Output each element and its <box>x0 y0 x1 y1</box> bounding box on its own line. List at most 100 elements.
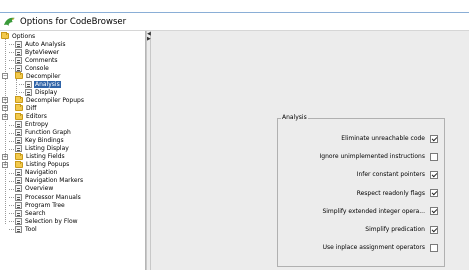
option-row-infer-constant-pointers: Infer constant pointers <box>357 170 438 179</box>
expand-toggle-icon[interactable]: + <box>2 161 8 168</box>
tree-item-listing-fields[interactable]: Listing Fields <box>15 152 66 161</box>
option-checkbox[interactable] <box>430 152 438 161</box>
options-page-icon <box>15 48 22 56</box>
folder-icon <box>15 112 23 120</box>
tree-item-label: Listing Display <box>25 145 69 153</box>
tree-connector-line <box>9 68 14 70</box>
dialog-title: Options for CodeBrowser <box>20 16 127 27</box>
tree-item-listing-popups[interactable]: Listing Popups <box>15 160 70 169</box>
tree-item-label: Overview <box>25 185 54 193</box>
tree-item-tool[interactable]: Tool <box>15 225 38 233</box>
tree-item-console[interactable]: Console <box>15 64 50 72</box>
expand-toggle-icon[interactable]: + <box>2 113 8 120</box>
tree-connector-line <box>9 52 14 54</box>
tree-item-byteviewer[interactable]: ByteViewer <box>15 48 60 56</box>
folder-icon <box>15 72 23 80</box>
tree-item-label: Navigation Markers <box>25 177 84 185</box>
option-checkbox[interactable] <box>430 207 438 216</box>
tree-item-label: Selection by Flow <box>25 217 78 225</box>
options-page-icon <box>15 177 22 185</box>
option-checkbox[interactable] <box>430 189 438 198</box>
option-checkbox[interactable] <box>430 225 438 234</box>
option-label: Use inplace assignment operators <box>322 244 425 252</box>
folder-icon <box>15 104 23 112</box>
option-checkbox[interactable] <box>430 170 438 179</box>
tree-connector-line <box>9 205 14 207</box>
tree-item-overview[interactable]: Overview <box>15 185 54 193</box>
tree-item-search[interactable]: Search <box>15 209 47 217</box>
tree-item-label: Decompiler <box>26 72 61 80</box>
options-page-icon <box>15 185 22 193</box>
tree-connector-line <box>9 197 14 198</box>
expand-toggle-icon[interactable]: + <box>2 105 8 112</box>
tree-connector-line <box>9 44 14 46</box>
options-page-icon <box>25 80 32 88</box>
tree-item-decompiler[interactable]: Decompiler <box>15 72 61 80</box>
tree-item-function-graph[interactable]: Function Graph <box>15 129 72 137</box>
tree-item-program-tree[interactable]: Program Tree <box>15 201 66 209</box>
tree-item-label: Options <box>12 32 36 40</box>
tree-connector-line <box>16 79 17 95</box>
option-row-respect-readonly-flags: Respect readonly flags <box>357 189 438 198</box>
tree-item-editors[interactable]: Editors <box>15 112 48 121</box>
folder-icon <box>15 152 23 160</box>
option-label: Ignore unimplemented instructions <box>319 153 425 161</box>
tree-item-label: Comments <box>25 56 58 64</box>
folder-open-icon <box>1 32 9 39</box>
tree-connector-line <box>19 92 24 94</box>
tree-item-label: Entropy <box>25 121 49 129</box>
tree-item-navigation-markers[interactable]: Navigation Markers <box>15 177 84 185</box>
dialog-title-bar: Options for CodeBrowser <box>0 13 469 30</box>
options-page-icon <box>15 121 22 129</box>
options-page-icon <box>15 137 22 145</box>
tree-connector-line <box>5 39 6 224</box>
tree-item-entropy[interactable]: Entropy <box>15 121 49 129</box>
tree-item-navigation[interactable]: Navigation <box>15 169 58 177</box>
tree-item-decompiler-popups[interactable]: Decompiler Popups <box>15 96 85 104</box>
option-row-eliminate-unreachable-code: Eliminate unreachable code <box>341 134 438 143</box>
tree-connector-line <box>9 60 14 62</box>
tree-item-processor-manuals[interactable]: Processor Manuals <box>15 193 82 201</box>
tree-item-label: Editors <box>26 113 47 120</box>
tree-item-label: Key Bindings <box>25 137 64 145</box>
tree-item-diff[interactable]: Diff <box>15 104 37 112</box>
tree-item-comments[interactable]: Comments <box>15 56 59 64</box>
tree-item-auto-analysis[interactable]: Auto Analysis <box>15 40 67 48</box>
options-tree[interactable]: Options Auto Analysis ByteViewer Comments Co… <box>0 31 146 270</box>
options-page-icon <box>15 169 22 177</box>
tree-item-listing-display[interactable]: Listing Display <box>15 145 70 153</box>
tree-item-label: Listing Popups <box>26 161 70 169</box>
tree-connector-line <box>9 140 14 142</box>
tree-connector-line <box>9 221 14 223</box>
expand-toggle-icon[interactable]: + <box>2 97 8 104</box>
tree-item-label: Diff <box>26 104 37 112</box>
option-label: Infer constant pointers <box>356 171 425 179</box>
option-row-simplify-predication: Simplify predication <box>365 225 438 234</box>
options-page-icon <box>15 129 22 137</box>
tree-item-label: Tool <box>25 225 37 233</box>
options-page-icon <box>25 88 32 96</box>
options-page-icon <box>15 56 22 64</box>
option-row-use-inplace-assignment-operators: Use inplace assignment operators <box>323 243 438 252</box>
tree-item-selection-by-flow[interactable]: Selection by Flow <box>15 217 79 225</box>
analysis-group-box: Analysis Eliminate unreachable code Ignor… <box>277 114 445 267</box>
tree-item-label: Listing Fields <box>26 153 65 161</box>
options-page-icon <box>15 225 22 233</box>
tree-item-label: Search <box>25 209 46 217</box>
options-page-icon <box>15 145 22 153</box>
tree-item-label: Function Graph <box>25 129 71 137</box>
options-panel: Analysis Eliminate unreachable code Ignor… <box>151 31 469 270</box>
options-page-icon <box>15 201 22 209</box>
tree-item-label: ByteViewer <box>25 48 60 56</box>
analysis-group-title: Analysis <box>281 114 308 121</box>
tree-item-key-bindings[interactable]: Key Bindings <box>15 137 65 145</box>
option-checkbox[interactable] <box>430 243 438 252</box>
tree-root-options[interactable]: Options <box>1 32 36 40</box>
tree-item-analysis[interactable]: Analysis <box>25 80 61 88</box>
tree-connector-line <box>9 148 14 150</box>
expand-toggle-icon[interactable]: + <box>2 153 8 160</box>
tree-item-display[interactable]: Display <box>25 88 58 96</box>
option-checkbox[interactable] <box>430 134 438 143</box>
folder-icon <box>15 96 23 104</box>
collapse-toggle-icon[interactable]: − <box>2 73 8 80</box>
